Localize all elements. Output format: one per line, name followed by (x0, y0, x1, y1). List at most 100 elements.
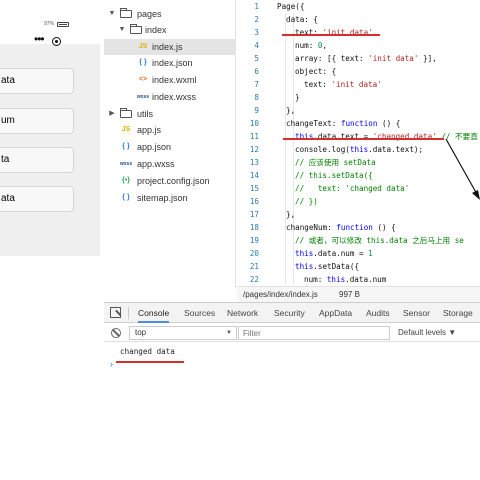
code-line: 1 Page({ (237, 0, 480, 13)
json-file-icon: { } (139, 59, 147, 66)
tab-sources[interactable]: Sources (184, 303, 215, 323)
code-token: this (326, 275, 346, 284)
code-text: // text: 'changed data' (295, 182, 409, 195)
sim-button-change-text[interactable]: ata (0, 68, 74, 94)
line-number: 15 (249, 184, 259, 193)
folder-icon (120, 108, 132, 118)
sim-button-change-object[interactable]: ata (0, 186, 74, 212)
line-number: 20 (249, 249, 259, 258)
tab-storage[interactable]: Storage (443, 303, 473, 323)
chevron-down-icon: ▼ (226, 330, 232, 336)
code-token: data: { (286, 15, 319, 24)
clear-console-icon[interactable] (111, 328, 121, 338)
tree-item-label: index.js (152, 42, 183, 52)
line-number: 18 (249, 223, 259, 232)
code-line: 10 changeText: function () { (237, 117, 480, 130)
line-number: 2 (254, 15, 259, 24)
chevron-down-icon: ▼ (108, 10, 116, 17)
code-text: this.data.num = 1 (295, 247, 373, 260)
code-text: changeText: function () { (286, 117, 400, 130)
console-prompt-icon[interactable]: › (110, 359, 113, 369)
code-line: 8} (237, 91, 480, 104)
code-line: 11 this.data.text = 'changed data' // 不要直 (237, 130, 480, 143)
tree-item-label: index.json (152, 58, 193, 68)
code-text: } (295, 91, 300, 104)
annotation-underline (116, 361, 184, 363)
code-token: 1 (368, 249, 373, 258)
code-token: .setData({ (313, 262, 360, 271)
code-line: 5 array: [{ text: 'init data' }], (237, 52, 480, 65)
simulator-status-bar: 97% ••• (0, 0, 100, 46)
sim-button-change-array[interactable]: ta (0, 147, 74, 173)
tree-item-index-wxss[interactable]: wxss index.wxss (104, 89, 236, 105)
code-text: this.data.text = 'changed data' // 不要直 (295, 130, 478, 143)
inspect-element-icon[interactable] (110, 307, 121, 318)
context-select[interactable]: top ▼ (129, 326, 237, 340)
code-token: } (295, 93, 300, 102)
editor-status-bar: /pages/index/index.js 997 B (237, 286, 480, 302)
code-line: 4 num: 0, (237, 39, 480, 52)
line-number: 5 (254, 54, 259, 63)
console-filter-input[interactable] (238, 326, 390, 340)
code-token: // 应该使用 setData (295, 158, 376, 167)
js-file-icon: JS (121, 126, 131, 133)
folder-icon (130, 24, 142, 34)
code-token: changeNum: (286, 223, 337, 232)
tree-item-label: utils (137, 109, 154, 119)
sim-button-change-num[interactable]: um (0, 108, 74, 134)
code-line: 7 text: 'init data' (237, 78, 480, 91)
code-line: 13 // 应该使用 setData (237, 156, 480, 169)
code-token: function (340, 119, 378, 128)
tree-item-app-js[interactable]: JS app.js (104, 122, 236, 138)
tab-network[interactable]: Network (227, 303, 258, 323)
tree-item-label: app.wxss (137, 159, 175, 169)
code-token: text: (304, 80, 332, 89)
code-token: , (322, 41, 328, 50)
context-value: top (135, 328, 147, 337)
tab-appdata[interactable]: AppData (319, 303, 352, 323)
tree-item-project-config[interactable]: {•} project.config.json (104, 173, 236, 189)
tree-item-index-wxml[interactable]: <> index.wxml (104, 72, 236, 88)
tree-item-sitemap[interactable]: { } sitemap.json (104, 190, 236, 206)
wxml-file-icon: <> (138, 76, 148, 83)
line-number: 17 (249, 210, 259, 219)
target-circle-icon[interactable] (52, 37, 61, 46)
code-token: function (336, 223, 373, 232)
code-line: 3 text: 'init data', (237, 26, 480, 39)
simulator-panel: 97% ••• ata um ta ata (0, 0, 100, 256)
tree-item-pages[interactable]: ▼ pages (104, 6, 236, 22)
line-number: 4 (254, 41, 259, 50)
code-text: text: 'init data' (304, 78, 382, 91)
tree-item-label: app.js (137, 125, 162, 135)
tree-item-app-json[interactable]: { } app.json (104, 139, 236, 155)
log-levels-dropdown[interactable]: Default levels ▼ (398, 326, 456, 340)
code-text: changeNum: function () { (286, 221, 396, 234)
json-file-icon: { } (122, 143, 130, 150)
code-editor[interactable]: 1 Page({ 2 data: { 3 text: 'init data', 4 num: … (237, 0, 480, 284)
tab-sensor[interactable]: Sensor (403, 303, 430, 323)
battery-percent: 97% (44, 21, 55, 27)
sim-button-label: um (1, 115, 15, 126)
tree-item-index-folder[interactable]: ▼ index (104, 22, 236, 38)
tab-audits[interactable]: Audits (366, 303, 390, 323)
annotation-underline (283, 138, 444, 140)
code-text: // }) (295, 195, 318, 208)
annotation-underline (282, 34, 380, 36)
tree-item-utils[interactable]: ▶ utils (104, 106, 236, 122)
code-token: array: [{ text: (295, 54, 369, 63)
tree-item-label: project.config.json (137, 176, 210, 186)
code-line: 17}, (237, 208, 480, 221)
tab-console[interactable]: Console (138, 303, 170, 323)
tree-item-index-js[interactable]: JS index.js (104, 39, 236, 55)
code-token: // }) (295, 197, 318, 206)
line-number: 10 (249, 119, 259, 128)
code-line: 12 console.log(this.data.text); (237, 143, 480, 156)
code-line: 15 // text: 'changed data' (237, 182, 480, 195)
sim-button-label: ata (1, 193, 15, 204)
more-dots-icon[interactable]: ••• (34, 33, 45, 45)
console-log-entry: changed data (120, 347, 175, 356)
code-token: this (349, 145, 369, 154)
tree-item-app-wxss[interactable]: wxss app.wxss (104, 156, 236, 172)
tree-item-index-json[interactable]: { } index.json (104, 55, 236, 71)
tab-security[interactable]: Security (274, 303, 305, 323)
